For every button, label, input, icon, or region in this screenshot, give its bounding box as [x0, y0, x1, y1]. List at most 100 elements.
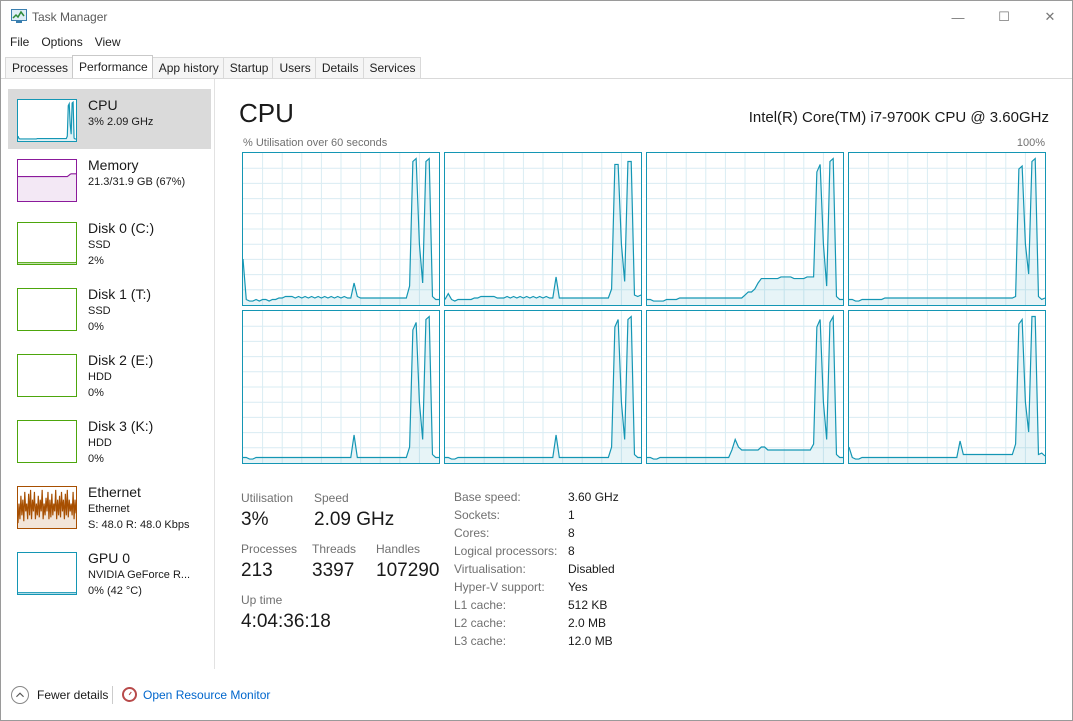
disk-2-thumbnail-graph [17, 354, 77, 397]
info-value: Yes [568, 580, 588, 594]
sidebar-item-cpu[interactable]: CPU 3% 2.09 GHz [8, 89, 211, 149]
maximize-button[interactable]: ☐ [981, 1, 1027, 33]
info-label: Sockets: [454, 508, 501, 522]
close-button[interactable]: ✕ [1027, 1, 1073, 33]
graph-max-label: 100% [1016, 137, 1045, 149]
stat-handles: Handles 107290 [376, 542, 439, 582]
stat-threads: Threads 3397 [312, 542, 356, 582]
stat-value: 2.09 GHz [314, 509, 395, 530]
cpu-info-labels: Base speed: Sockets: Cores: Logical proc… [454, 488, 557, 650]
stat-value: 3% [241, 509, 269, 530]
tab-services[interactable]: Services [362, 57, 421, 78]
info-value: 1 [568, 508, 575, 522]
memory-thumbnail-graph [17, 159, 77, 202]
cpu-info-values: 3.60 GHz 1 8 8 Disabled Yes 512 KB 2.0 M… [568, 488, 619, 650]
sidebar-item-model: NVIDIA GeForce R... [88, 569, 191, 581]
sidebar-item-usage: 0% [88, 321, 104, 333]
sidebar-item-type: HDD [88, 437, 112, 449]
sidebar-item-title: Memory [88, 157, 139, 173]
cpu-core-graphs [242, 152, 1048, 466]
info-label: Cores: [454, 526, 490, 540]
stat-value: 3397 [312, 560, 355, 581]
sidebar-item-title: Disk 3 (K:) [88, 418, 154, 434]
fewer-details-button[interactable]: Fewer details [37, 688, 108, 702]
sidebar-item-disk-1[interactable]: Disk 1 (T:) SSD 0% [8, 278, 211, 338]
menu-view[interactable]: View [90, 33, 126, 53]
page-title: CPU [239, 98, 294, 128]
stat-value: 107290 [376, 560, 440, 581]
disk-0-thumbnail-graph [17, 222, 77, 265]
sidebar-item-title: Disk 0 (C:) [88, 220, 155, 236]
task-manager-icon [11, 9, 27, 23]
tab-processes[interactable]: Processes [5, 57, 74, 78]
info-value: 2.0 MB [568, 616, 607, 630]
footer-divider [112, 686, 113, 704]
menu-file[interactable]: File [5, 33, 34, 53]
tab-details[interactable]: Details [314, 57, 364, 78]
stat-processes: Processes 213 [241, 542, 297, 582]
sidebar-item-usage: 0% (42 °C) [88, 585, 142, 597]
tab-performance[interactable]: Performance [72, 55, 153, 78]
core-graph-7 [848, 310, 1046, 464]
stat-label: Speed [314, 491, 349, 505]
stat-utilisation: Utilisation 3% [241, 491, 293, 531]
core-graph-2 [646, 152, 844, 306]
resource-sidebar: CPU 3% 2.09 GHz Memory 21.3/31.9 GB (67%… [1, 79, 215, 669]
core-graph-1 [444, 152, 642, 306]
sidebar-item-title: Disk 1 (T:) [88, 286, 151, 302]
core-graph-5 [444, 310, 642, 464]
sidebar-item-adapter: Ethernet [88, 503, 130, 515]
sidebar-item-title: GPU 0 [88, 550, 131, 566]
sidebar-item-disk-3[interactable]: Disk 3 (K:) HDD 0% [8, 410, 211, 470]
gpu-thumbnail-graph [17, 552, 77, 595]
cpu-thumbnail-graph [17, 99, 77, 142]
core-graph-0 [242, 152, 440, 306]
info-label: Virtualisation: [454, 562, 526, 576]
stat-label: Handles [376, 542, 421, 556]
info-value: 8 [568, 544, 575, 558]
title-bar: Task Manager — ☐ ✕ [1, 1, 1072, 33]
footer-bar: Fewer details Open Resource Monitor [1, 669, 1072, 721]
sidebar-item-usage: 0% [88, 453, 104, 465]
info-value: 3.60 GHz [568, 490, 619, 504]
tab-users[interactable]: Users [272, 57, 316, 78]
thumbnail-usage-area [18, 173, 76, 201]
sidebar-item-memory[interactable]: Memory 21.3/31.9 GB (67%) [8, 149, 211, 209]
minimize-button[interactable]: — [935, 1, 981, 33]
info-value: 8 [568, 526, 575, 540]
info-label: Logical processors: [454, 544, 558, 558]
sidebar-item-title: CPU [88, 97, 118, 113]
stat-value: 4:04:36:18 [241, 611, 331, 632]
tab-bar: Processes Performance App history Startu… [5, 55, 421, 78]
sidebar-item-disk-0[interactable]: Disk 0 (C:) SSD 2% [8, 212, 211, 272]
info-label: L1 cache: [454, 598, 507, 612]
sidebar-item-detail: 21.3/31.9 GB (67%) [88, 176, 186, 188]
core-graph-6 [646, 310, 844, 464]
chevron-up-icon[interactable] [11, 686, 29, 704]
info-label: L2 cache: [454, 616, 507, 630]
stat-label: Up time [241, 593, 283, 607]
ethernet-thumbnail-graph [17, 486, 77, 529]
sidebar-item-type: SSD [88, 305, 111, 317]
sidebar-item-usage: 0% [88, 387, 104, 399]
thumbnail-usage-line [18, 100, 76, 140]
stat-value: 213 [241, 560, 273, 581]
sidebar-item-title: Ethernet [88, 484, 141, 500]
core-graph-3 [848, 152, 1046, 306]
menu-options[interactable]: Options [36, 33, 87, 53]
open-resource-monitor-link[interactable]: Open Resource Monitor [143, 688, 270, 702]
sidebar-item-gpu-0[interactable]: GPU 0 NVIDIA GeForce R... 0% (42 °C) [8, 542, 211, 602]
tab-startup[interactable]: Startup [222, 57, 274, 78]
sidebar-item-type: SSD [88, 239, 111, 251]
info-value: 512 KB [568, 598, 608, 612]
window-title: Task Manager [32, 10, 108, 24]
stat-uptime: Up time 4:04:36:18 [241, 593, 331, 633]
graph-caption: % Utilisation over 60 seconds [243, 137, 388, 149]
tab-app-history[interactable]: App history [151, 57, 224, 78]
sidebar-item-title: Disk 2 (E:) [88, 352, 154, 368]
sidebar-item-ethernet[interactable]: Ethernet Ethernet S: 48.0 R: 48.0 Kbps [8, 476, 211, 536]
task-manager-window: Task Manager — ☐ ✕ File Options View Pro… [0, 0, 1073, 721]
sidebar-item-type: HDD [88, 371, 112, 383]
sidebar-item-disk-2[interactable]: Disk 2 (E:) HDD 0% [8, 344, 211, 404]
info-label: Base speed: [454, 490, 521, 504]
